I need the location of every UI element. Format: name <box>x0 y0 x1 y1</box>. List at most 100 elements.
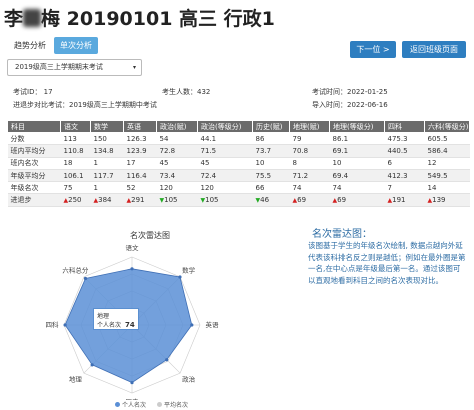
exam-select[interactable]: 2019级高三上学期期末考试 ▾ <box>7 59 142 76</box>
progress-cell: ▲384 <box>90 193 124 207</box>
table-cell: 45 <box>197 157 253 170</box>
table-cell: 605.5 <box>424 132 470 146</box>
table-cell: 8 <box>289 157 330 170</box>
table-cell: 10 <box>252 157 290 170</box>
table-cell: 52 <box>123 181 157 195</box>
table-cell: 150 <box>90 132 124 146</box>
column-header: 数学 <box>90 120 124 133</box>
table-cell: 14 <box>424 181 470 195</box>
table-cell: 79 <box>289 132 330 146</box>
table-cell: 10 <box>329 157 385 170</box>
exam-time: 考试时间：2022-01-25 <box>312 88 388 96</box>
radar-point[interactable] <box>90 363 94 367</box>
table-cell: 549.5 <box>424 169 470 183</box>
progress-cell: ▼105 <box>156 193 198 207</box>
legend-dot-icon <box>157 402 162 407</box>
column-header: 地理(等级分) <box>329 120 385 133</box>
table-cell: 71.2 <box>289 169 330 183</box>
explanation-text: 该图基于学生的年级名次绘制, 数据点越向外延代表该科排名反之则是越低；例如在最外… <box>308 241 466 285</box>
table-row: 年级名次 75 1 52 120 120 66 74 74 7 14 <box>7 181 470 195</box>
table-cell: 18 <box>60 157 91 170</box>
column-header: 语文 <box>60 120 91 133</box>
chevron-down-icon: ▾ <box>132 64 136 71</box>
table-cell: 69.4 <box>329 169 385 183</box>
table-cell: 75.5 <box>252 169 290 183</box>
progress-cell: ▼105 <box>197 193 253 207</box>
table-row: 分数 113 150 126.3 54 44.1 86 79 86.1 475.3 605.5 <box>7 132 470 146</box>
radar-axis-label: 数学 <box>182 266 196 275</box>
progress-row: 进退步 ▲250 ▲384 ▲291 ▼105 ▼105 ▼46 ▲69 ▲69 ▲191 ▲139 <box>7 193 470 207</box>
table-cell: 1 <box>90 181 124 195</box>
legend-personal-rank[interactable]: 个人名次 <box>115 400 146 409</box>
radar-point[interactable] <box>130 381 134 385</box>
progress-cell: ▲69 <box>289 193 330 207</box>
table-cell: 72.8 <box>156 144 198 158</box>
radar-point[interactable] <box>83 276 88 281</box>
column-header: 地理(赋) <box>289 120 330 133</box>
table-header-row: 科目 语文 数学 英语 政治(赋) 政治(等级分) 历史(赋) 地理(赋) 地理… <box>7 120 470 133</box>
table-cell: 117.7 <box>90 169 124 183</box>
table-cell: 586.4 <box>424 144 470 158</box>
score-table: 科目 语文 数学 英语 政治(赋) 政治(等级分) 历史(赋) 地理(赋) 地理… <box>7 120 470 207</box>
tab-single-analysis[interactable]: 单次分析 <box>54 37 98 54</box>
table-cell: 12 <box>424 157 470 170</box>
table-cell: 86.1 <box>329 132 385 146</box>
radar-point[interactable] <box>165 358 169 362</box>
table-cell: 45 <box>156 157 198 170</box>
radar-axis-label: 英语 <box>206 320 220 329</box>
student-count: 考生人数：432 <box>162 88 211 96</box>
column-header: 政治(等级分) <box>197 120 253 133</box>
tab-trend-analysis[interactable]: 趋势分析 <box>8 37 52 54</box>
table-cell: 440.5 <box>384 144 425 158</box>
row-label: 年级名次 <box>7 181 61 195</box>
table-cell: 6 <box>384 157 425 170</box>
row-label: 年级平均分 <box>7 169 61 183</box>
column-header: 政治(赋) <box>156 120 198 133</box>
radar-point[interactable] <box>63 323 67 327</box>
progress-cell: ▲250 <box>60 193 91 207</box>
table-cell: 116.4 <box>123 169 157 183</box>
progress-cell: ▲191 <box>384 193 425 207</box>
import-time: 导入时间：2022-06-16 <box>312 101 388 109</box>
table-cell: 69.1 <box>329 144 385 158</box>
table-cell: 71.5 <box>197 144 253 158</box>
row-label: 分数 <box>7 132 61 146</box>
radar-point[interactable] <box>178 275 182 279</box>
table-cell: 73.7 <box>252 144 290 158</box>
table-cell: 1 <box>90 157 124 170</box>
table-cell: 475.3 <box>384 132 425 146</box>
radar-axis-label: 四科 <box>46 320 60 329</box>
table-cell: 134.8 <box>90 144 124 158</box>
column-header: 六科(等级分) <box>424 120 470 133</box>
table-cell: 73.4 <box>156 169 198 183</box>
column-header: 英语 <box>123 120 157 133</box>
legend-average-rank[interactable]: 平均名次 <box>157 400 188 409</box>
table-cell: 86 <box>252 132 290 146</box>
table-cell: 126.3 <box>123 132 157 146</box>
table-row: 班内名次 18 1 17 45 45 10 8 10 6 12 <box>7 157 470 170</box>
radar-axis-label: 语文 <box>126 243 140 252</box>
table-cell: 120 <box>197 181 253 195</box>
table-row: 班内平均分 110.8 134.8 123.9 72.8 71.5 73.7 70.8 69.1… <box>7 144 470 158</box>
radar-point[interactable] <box>190 323 194 327</box>
radar-axis-label: 六科总分 <box>62 266 89 275</box>
next-student-button[interactable]: 下一位 > <box>350 41 396 58</box>
compare-exam: 进退步对比考试：2019级高三上学期期中考试 <box>13 101 157 109</box>
table-cell: 74 <box>289 181 330 195</box>
back-to-class-button[interactable]: 返回班级页面 <box>402 41 466 58</box>
table-cell: 66 <box>252 181 290 195</box>
radar-axis-label: 政治 <box>182 374 196 383</box>
radar-tooltip: 地理 个人名次 74 <box>93 308 139 330</box>
table-cell: 412.3 <box>384 169 425 183</box>
radar-point[interactable] <box>130 267 134 271</box>
table-cell: 7 <box>384 181 425 195</box>
radar-axis-label: 地理 <box>69 374 83 383</box>
table-cell: 17 <box>123 157 157 170</box>
explanation-title: 名次雷达图： <box>312 229 372 240</box>
table-cell: 123.9 <box>123 144 157 158</box>
table-cell: 54 <box>156 132 198 146</box>
progress-cell: ▲291 <box>123 193 157 207</box>
column-header: 四科 <box>384 120 425 133</box>
radar-chart: 语文数学英语政治历史地理四科六科总分 <box>46 243 220 400</box>
table-cell: 44.1 <box>197 132 253 146</box>
